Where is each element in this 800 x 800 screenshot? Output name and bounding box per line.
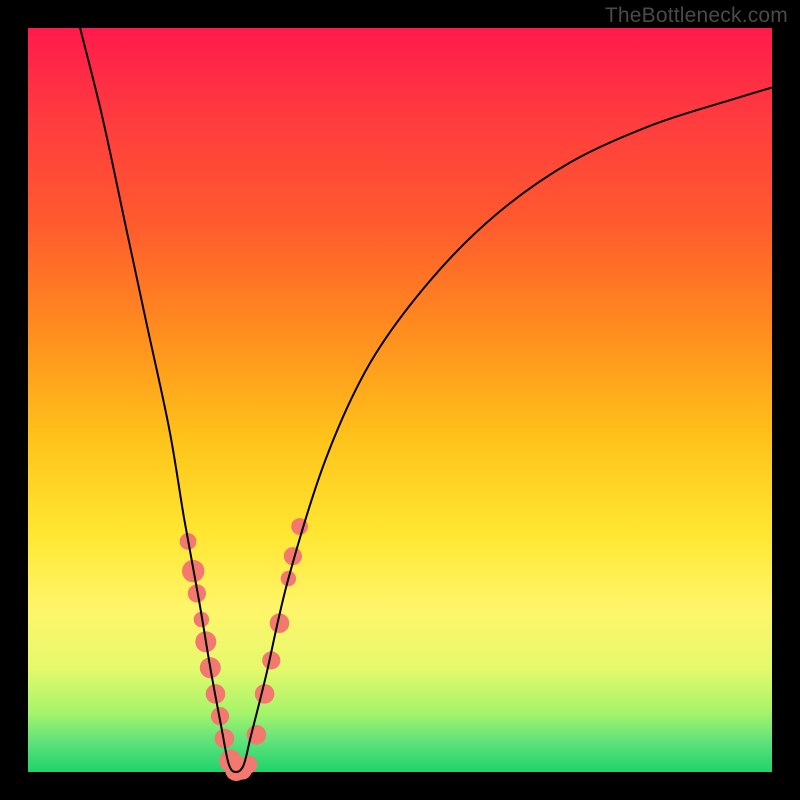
highlight-points xyxy=(180,518,308,781)
curve-layer xyxy=(28,28,772,772)
chart-frame: TheBottleneck.com xyxy=(0,0,800,800)
highlight-dot xyxy=(239,756,257,774)
watermark-text: TheBottleneck.com xyxy=(605,4,788,28)
plot-area xyxy=(28,28,772,772)
bottleneck-curve xyxy=(80,28,772,772)
highlight-dot xyxy=(255,684,275,704)
